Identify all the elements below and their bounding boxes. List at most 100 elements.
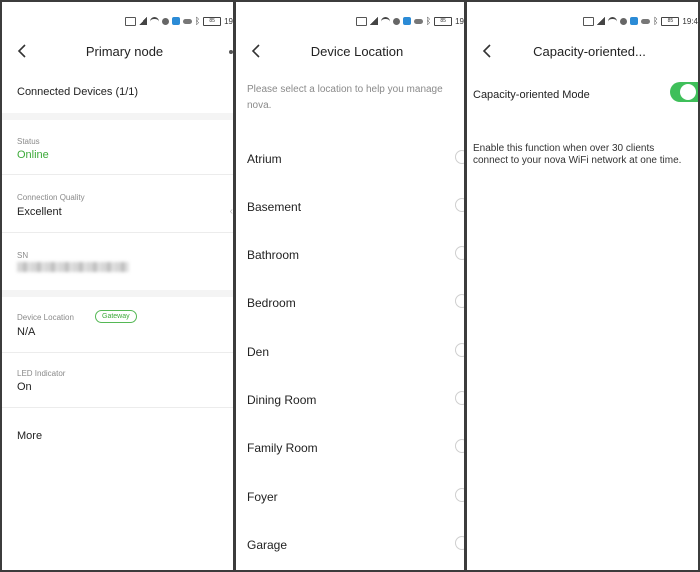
primary-node-screen: ᛒ 85 19 Primary node Connected Devices (… <box>2 2 233 570</box>
notification-icon <box>392 17 400 25</box>
capacity-mode-label: Capacity-oriented Mode <box>473 89 590 101</box>
device-location-label: Device Location <box>17 313 74 322</box>
radio-button[interactable] <box>455 343 464 357</box>
location-option-dining-room[interactable]: Dining Room <box>236 391 464 441</box>
location-name: Dining Room <box>247 393 317 407</box>
page-title: Primary node <box>85 44 164 59</box>
location-option-garage[interactable]: Garage <box>236 536 464 570</box>
clock: 19 <box>224 16 233 26</box>
app-icon <box>630 17 639 25</box>
back-button[interactable] <box>248 42 266 60</box>
location-name: Foyer <box>247 490 278 504</box>
nfc-icon <box>583 16 595 26</box>
radio-button[interactable] <box>455 246 464 260</box>
device-location-screen: ᛒ 85 19 Device Location Please select a … <box>236 2 464 570</box>
signal-icon <box>597 17 606 25</box>
status-label: Status <box>17 137 40 146</box>
signal-icon <box>138 17 147 25</box>
more-options-icon[interactable] <box>229 50 233 54</box>
location-option-bathroom[interactable]: Bathroom <box>236 246 464 296</box>
capacity-mode-description: Enable this function when over 30 client… <box>473 143 682 166</box>
location-option-bedroom[interactable]: Bedroom <box>236 294 464 344</box>
wifi-icon <box>149 16 159 26</box>
location-option-family-room[interactable]: Family Room <box>236 439 464 489</box>
gateway-badge: Gateway <box>95 310 137 323</box>
location-option-foyer[interactable]: Foyer <box>236 488 464 538</box>
location-prompt: Please select a location to help you man… <box>247 84 443 111</box>
divider <box>2 407 233 408</box>
location-name: Atrium <box>247 152 282 166</box>
chevron-left-icon <box>251 44 260 58</box>
led-indicator-label: LED Indicator <box>17 369 66 378</box>
status-bar: ᛒ 85 19:4 <box>467 2 698 34</box>
radio-button[interactable] <box>455 536 464 550</box>
status-bar: ᛒ 85 19 <box>2 2 233 34</box>
connected-devices-link[interactable]: Connected Devices (1/1) <box>2 86 233 98</box>
capacity-mode-screen: ᛒ 85 19:4 Capacity-oriented... Capacity-… <box>467 2 698 570</box>
cloud-icon <box>182 18 192 24</box>
chevron-left-icon <box>17 44 26 58</box>
more-link[interactable]: More <box>2 430 233 442</box>
location-name: Den <box>247 345 270 359</box>
location-name: Bedroom <box>247 296 296 310</box>
radio-button[interactable] <box>455 439 464 453</box>
location-option-atrium[interactable]: Atrium <box>236 150 464 200</box>
sn-value-redacted <box>17 262 129 272</box>
notification-icon <box>161 17 169 25</box>
clock: 19:4 <box>682 16 698 26</box>
chevron-left-icon <box>482 44 491 58</box>
radio-button[interactable] <box>455 488 464 502</box>
device-location-value[interactable]: N/A <box>17 326 35 338</box>
section-divider <box>2 290 233 297</box>
location-name: Bathroom <box>247 248 300 262</box>
divider <box>2 174 233 175</box>
section-divider <box>2 113 233 120</box>
radio-button[interactable] <box>455 198 464 212</box>
location-name: Basement <box>247 200 302 214</box>
battery-icon: 85 <box>434 16 453 26</box>
app-icon <box>171 17 180 25</box>
clock: 19 <box>455 16 464 26</box>
nfc-icon <box>355 16 367 26</box>
divider <box>2 232 233 233</box>
notification-icon <box>620 17 628 25</box>
location-option-basement[interactable]: Basement <box>236 198 464 248</box>
connection-quality-label: Connection Quality <box>17 193 85 202</box>
app-header: Device Location <box>236 34 464 70</box>
page-title: Device Location <box>310 44 404 59</box>
cloud-icon <box>413 18 423 24</box>
capacity-mode-toggle[interactable] <box>670 82 698 102</box>
bluetooth-icon: ᛒ <box>653 16 659 26</box>
app-header: Capacity-oriented... <box>467 34 698 70</box>
page-title: Capacity-oriented... <box>533 44 646 59</box>
app-icon <box>402 17 411 25</box>
status-value: Online <box>17 149 49 161</box>
screenshot-collage: ᛒ 85 19 Primary node Connected Devices (… <box>0 0 700 572</box>
chevron-right-icon[interactable]: ‹ <box>230 206 233 217</box>
status-icons: ᛒ 85 19 <box>124 15 233 27</box>
status-icons: ᛒ 85 19 <box>355 15 464 27</box>
bluetooth-icon: ᛒ <box>425 16 432 26</box>
back-button[interactable] <box>479 42 497 60</box>
location-name: Family Room <box>247 441 318 455</box>
toggle-knob <box>680 84 696 100</box>
wifi-icon <box>380 16 390 26</box>
back-button[interactable] <box>14 42 32 60</box>
bluetooth-icon: ᛒ <box>194 16 201 26</box>
cloud-icon <box>641 18 651 24</box>
app-header: Primary node <box>2 34 233 70</box>
signal-icon <box>369 17 378 25</box>
nfc-icon <box>124 16 136 26</box>
radio-button[interactable] <box>455 150 464 164</box>
sn-label: SN <box>17 251 29 260</box>
status-icons: ᛒ 85 19:4 <box>583 15 698 27</box>
wifi-icon <box>608 16 618 26</box>
connection-quality-value: Excellent <box>17 206 62 218</box>
radio-button[interactable] <box>455 294 464 308</box>
led-indicator-value[interactable]: On <box>17 381 32 393</box>
radio-button[interactable] <box>455 391 464 405</box>
location-option-den[interactable]: Den <box>236 343 464 393</box>
battery-icon: 85 <box>203 16 222 26</box>
battery-icon: 85 <box>661 16 680 26</box>
status-bar: ᛒ 85 19 <box>236 2 464 34</box>
